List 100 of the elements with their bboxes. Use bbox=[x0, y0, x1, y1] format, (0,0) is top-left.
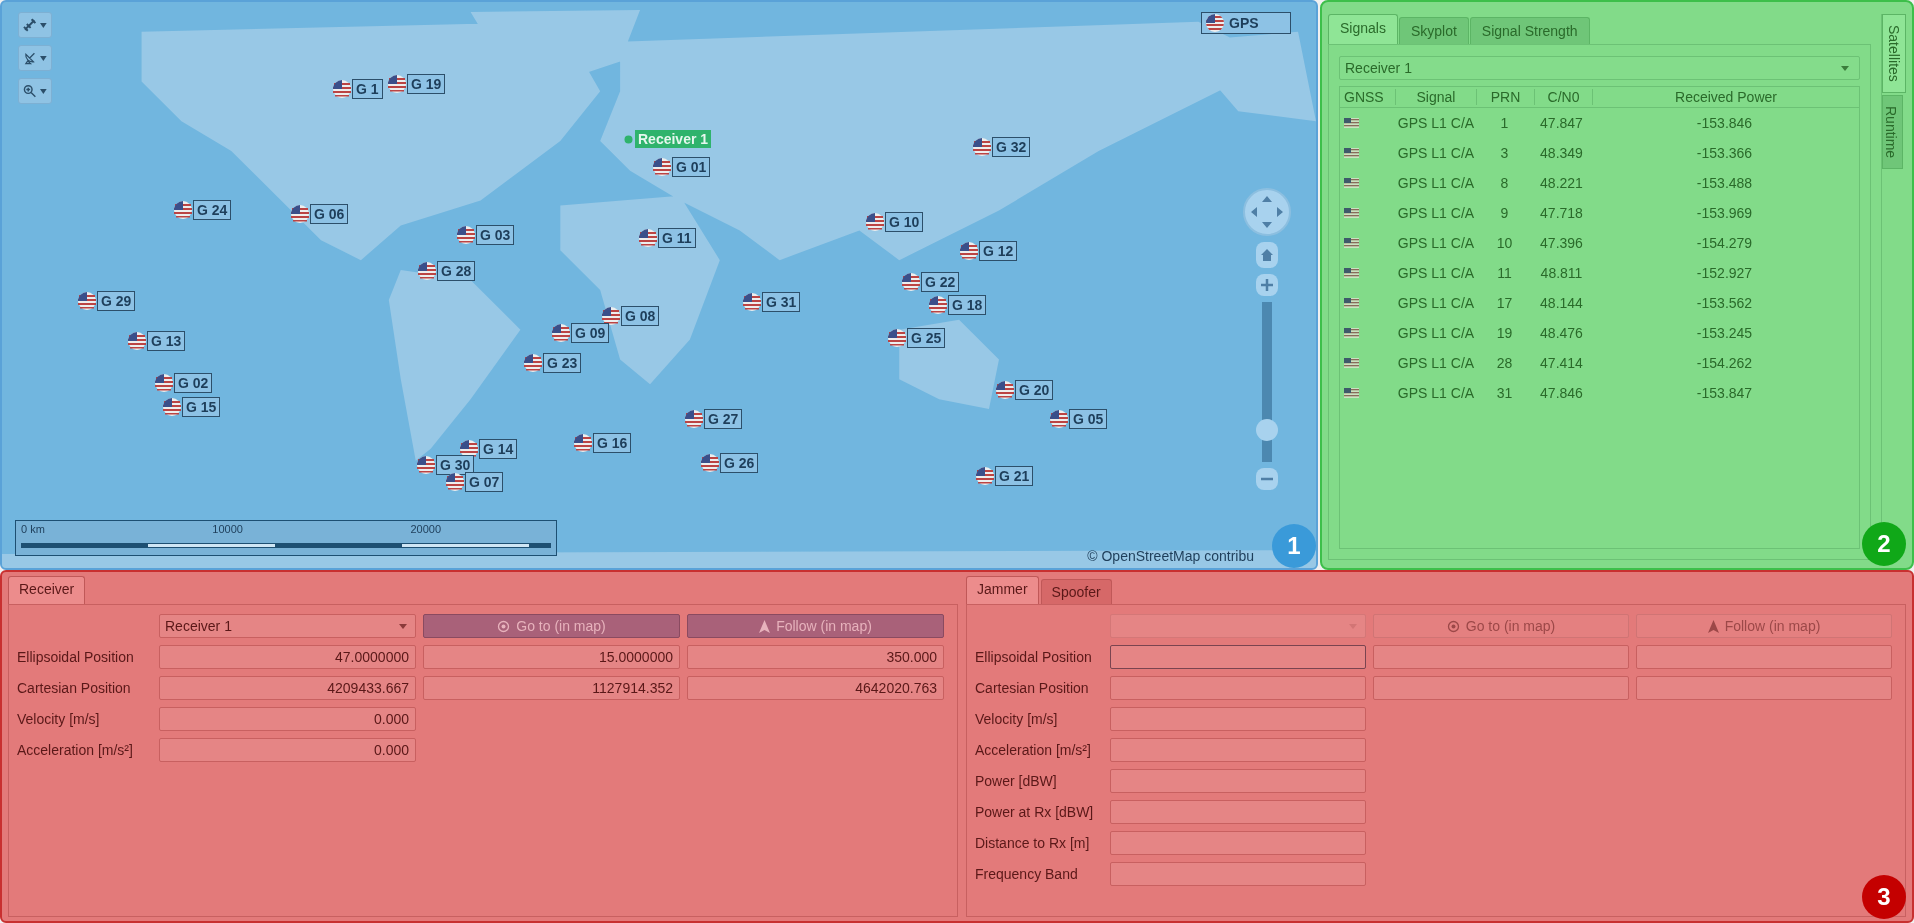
input-field[interactable]: 15.0000000 bbox=[423, 645, 680, 669]
satellite-label: G 05 bbox=[1069, 409, 1108, 429]
input-field[interactable] bbox=[1636, 676, 1892, 700]
entity-dropdown[interactable]: Receiver 1 bbox=[159, 614, 416, 638]
tab[interactable]: Skyplot bbox=[1398, 17, 1469, 44]
table-cell-text: 48.811 bbox=[1539, 265, 1584, 281]
tab[interactable]: Jammer bbox=[966, 576, 1039, 604]
table-cell-text: -153.562 bbox=[1695, 295, 1754, 311]
zoom-out-icon[interactable] bbox=[1256, 468, 1278, 490]
flag-icon bbox=[1344, 268, 1359, 278]
pan-control-icon[interactable] bbox=[1243, 188, 1291, 236]
flag-icon bbox=[155, 374, 173, 392]
flag-icon bbox=[1344, 208, 1359, 218]
flag-icon bbox=[552, 324, 570, 342]
table-cell: GPS L1 C/A bbox=[1396, 115, 1476, 131]
tab[interactable]: Signal Strength bbox=[1469, 17, 1590, 44]
zoom-in-icon[interactable] bbox=[1256, 274, 1278, 296]
input-field[interactable]: 0.000 bbox=[159, 707, 416, 731]
table-cell-text: 17 bbox=[1495, 295, 1514, 311]
input-field[interactable]: 4209433.667 bbox=[159, 676, 416, 700]
input-field[interactable]: 350.000 bbox=[687, 645, 944, 669]
column-header[interactable]: GNSS bbox=[1340, 89, 1396, 105]
satellite-label: G 11 bbox=[658, 228, 696, 248]
arrow-icon bbox=[759, 619, 771, 633]
tool-button[interactable] bbox=[18, 12, 52, 38]
flag-icon bbox=[574, 434, 592, 452]
input-field[interactable] bbox=[1110, 800, 1366, 824]
input-field[interactable] bbox=[1110, 831, 1366, 855]
satellite-label: G 19 bbox=[407, 74, 446, 94]
satellite-label: G 07 bbox=[465, 472, 504, 492]
tab[interactable]: Receiver bbox=[8, 576, 86, 604]
tool-button[interactable] bbox=[18, 78, 52, 104]
table-cell-text: 47.414 bbox=[1539, 355, 1584, 371]
zoom-icon bbox=[23, 84, 37, 98]
table-cell: GPS L1 C/A bbox=[1396, 175, 1476, 191]
flag-icon bbox=[1344, 298, 1359, 308]
table-cell-text: -152.927 bbox=[1695, 265, 1754, 281]
caret-icon bbox=[1841, 65, 1849, 71]
input-field[interactable] bbox=[1110, 707, 1366, 731]
input-field[interactable]: 0.000 bbox=[159, 738, 416, 762]
flag-icon bbox=[996, 381, 1014, 399]
tab[interactable]: Signals bbox=[1328, 14, 1398, 44]
table-cell-text: 47.718 bbox=[1539, 205, 1584, 221]
column-header[interactable]: C/N0 bbox=[1535, 89, 1593, 105]
tool-button[interactable] bbox=[18, 45, 52, 71]
satellite-label: G 21 bbox=[995, 466, 1034, 486]
receiver-label: Receiver 1 bbox=[635, 130, 712, 148]
input-field[interactable]: 1127914.352 bbox=[423, 676, 680, 700]
satellite-label: G 27 bbox=[704, 409, 743, 429]
flag-icon bbox=[457, 226, 475, 244]
flag-icon bbox=[888, 329, 906, 347]
input-field[interactable]: 4642020.763 bbox=[687, 676, 944, 700]
follow-button[interactable]: Follow (in map) bbox=[687, 614, 944, 638]
flag-icon bbox=[960, 242, 978, 260]
input-field[interactable] bbox=[1110, 769, 1366, 793]
input-field[interactable] bbox=[1373, 676, 1629, 700]
satellite-label: G 30 bbox=[436, 455, 475, 475]
flag-icon bbox=[743, 293, 761, 311]
home-icon[interactable] bbox=[1256, 242, 1278, 268]
antenna-icon bbox=[23, 51, 37, 65]
flag-icon bbox=[163, 398, 181, 416]
table-cell-text: 19 bbox=[1495, 325, 1514, 341]
flag-icon bbox=[174, 201, 192, 219]
satellite-label: G 23 bbox=[543, 353, 582, 373]
side-tab[interactable]: Runtime bbox=[1882, 94, 1903, 169]
go-to-button[interactable]: Go to (in map) bbox=[423, 614, 680, 638]
table-cell-text: 28 bbox=[1495, 355, 1514, 371]
flag-icon bbox=[976, 467, 994, 485]
side-tab[interactable]: Satellites bbox=[1882, 14, 1906, 93]
flag-icon bbox=[388, 75, 406, 93]
receiver-dropdown[interactable]: Receiver 1 bbox=[1339, 56, 1860, 80]
input-field[interactable] bbox=[1636, 645, 1892, 669]
input-field[interactable] bbox=[1110, 676, 1366, 700]
field-label: Distance to Rx [m] bbox=[975, 835, 1091, 851]
flag-icon bbox=[602, 307, 620, 325]
flag-icon bbox=[973, 138, 991, 156]
table-cell-text: 47.396 bbox=[1539, 235, 1584, 251]
flag-icon bbox=[902, 273, 920, 291]
tab[interactable]: Spoofer bbox=[1040, 579, 1112, 604]
satellite-label: G 13 bbox=[147, 331, 186, 351]
satellite-label: G 31 bbox=[762, 292, 801, 312]
column-header[interactable]: Signal bbox=[1396, 89, 1477, 105]
input-field[interactable] bbox=[1373, 645, 1629, 669]
input-field[interactable] bbox=[1110, 738, 1366, 762]
scale-label: 10000 bbox=[212, 523, 243, 535]
table-cell-text: 48.144 bbox=[1539, 295, 1584, 311]
input-field[interactable]: 47.0000000 bbox=[159, 645, 416, 669]
column-header[interactable]: PRN bbox=[1477, 89, 1535, 105]
column-header[interactable]: Received Power bbox=[1593, 89, 1859, 105]
satellite-label: G 03 bbox=[476, 225, 515, 245]
input-field[interactable] bbox=[1110, 862, 1366, 886]
input-field[interactable] bbox=[1110, 645, 1366, 669]
caret-icon bbox=[40, 22, 47, 28]
flag-icon bbox=[1344, 238, 1359, 248]
table-cell-text: 11 bbox=[1496, 265, 1513, 281]
satellite-label: G 26 bbox=[720, 453, 759, 473]
zoom-slider-thumb[interactable] bbox=[1256, 419, 1278, 442]
receiver-dot-icon bbox=[624, 134, 633, 144]
flag-icon bbox=[685, 410, 703, 428]
flag-icon bbox=[929, 296, 947, 314]
